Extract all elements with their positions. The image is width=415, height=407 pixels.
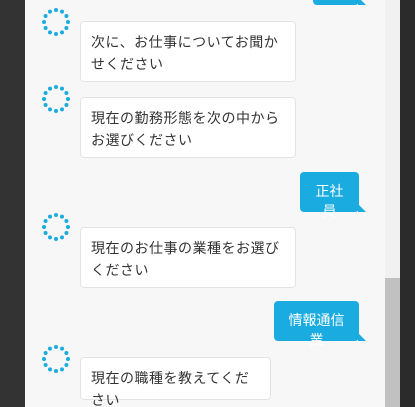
- user-message-text: 正社員: [315, 184, 344, 220]
- bot-avatar-icon: [42, 85, 70, 113]
- user-bubble-partial: [313, 0, 366, 5]
- bot-message: 現在の職種を教えてください: [80, 357, 271, 407]
- bot-message: 現在の勤務形態を次の中からお選びください: [80, 97, 296, 158]
- user-message-text: 情報通信業: [288, 313, 345, 349]
- bot-message: 次に、お仕事についてお聞かせください: [80, 21, 296, 82]
- bot-avatar-icon: [42, 345, 70, 373]
- bot-message: 現在のお仕事の業種をお選びください: [80, 227, 296, 288]
- user-message: 情報通信業: [274, 301, 366, 349]
- bot-avatar-icon: [42, 8, 70, 36]
- bot-avatar-icon: [42, 213, 70, 241]
- user-message: 正社員: [300, 172, 366, 220]
- scrollbar-thumb[interactable]: [385, 278, 400, 407]
- window-edge: [400, 0, 415, 407]
- chat-panel: 次に、お仕事についてお聞かせください 現在の勤務形態を次の中からお選びください …: [25, 0, 385, 407]
